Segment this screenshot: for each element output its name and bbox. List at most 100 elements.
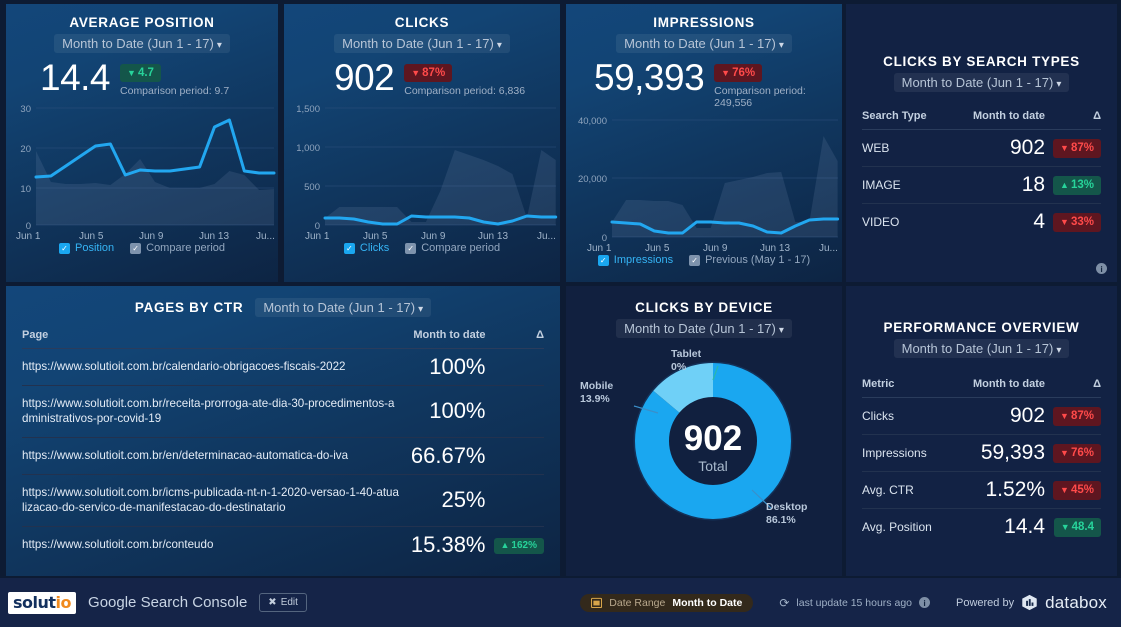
table-row[interactable]: Impressions 59,393 ▼ 76% [862, 434, 1101, 472]
kpi-delta-value: 76% [732, 67, 756, 79]
page-url[interactable]: https://www.solutioit.com.br/en/determin… [22, 437, 411, 475]
page-url[interactable]: https://www.solutioit.com.br/calendario-… [22, 348, 411, 386]
arrow-down-icon: ▼ [1060, 217, 1069, 228]
table-row[interactable]: https://www.solutioit.com.br/icms-public… [22, 474, 544, 527]
table-row[interactable]: IMAGE 18 ▲ 13% [862, 166, 1101, 204]
panel-title: PERFORMANCE OVERVIEW [883, 320, 1080, 335]
legend-item-compare[interactable]: ✓ Compare period [405, 242, 500, 254]
dashboard-footer: solutio Google Search Console ✖ Edit Date… [0, 578, 1121, 627]
column-header-metric[interactable]: Metric [862, 372, 953, 398]
table-row[interactable]: https://www.solutioit.com.br/calendario-… [22, 348, 544, 386]
page-url[interactable]: https://www.solutioit.com.br/icms-public… [22, 474, 411, 527]
page-ctr-value: 100% [410, 348, 486, 386]
arrow-down-icon: ▼ [1060, 143, 1069, 154]
table-row[interactable]: Avg. CTR 1.52% ▼ 45% [862, 471, 1101, 509]
row-delta: ▼ 48.4 [1045, 509, 1101, 546]
table-row[interactable]: Avg. Position 14.4 ▼ 48.4 [862, 509, 1101, 546]
row-label: Avg. Position [862, 520, 932, 534]
date-range-selector[interactable]: Month to Date (Jun 1 - 17) ▾ [893, 339, 1070, 358]
x-tick-3: Jun 13 [478, 231, 508, 239]
date-range-selector[interactable]: Month to Date (Jun 1 - 17) ▾ [616, 319, 792, 338]
table-row[interactable]: WEB 902 ▼ 87% [862, 129, 1101, 167]
info-icon[interactable]: i [1096, 263, 1107, 274]
panel-title: CLICKS [394, 15, 450, 30]
checkbox-checked-icon[interactable]: ✓ [597, 254, 609, 266]
table-row[interactable]: VIDEO 4 ▼ 33% [862, 204, 1101, 241]
donut-center-label: Total [698, 458, 728, 474]
chevron-down-icon: ▾ [496, 40, 502, 51]
page-delta [485, 348, 544, 386]
kpi-value: 59,393 [594, 57, 705, 98]
table-header-row: Page Month to date Δ [22, 323, 544, 349]
footer-right-group: Date Range Month to Date ⟳ last update 1… [580, 593, 1121, 613]
edit-label: Edit [280, 597, 298, 608]
panel-title: AVERAGE POSITION [69, 15, 215, 30]
panel-title: CLICKS BY DEVICE [635, 300, 773, 315]
legend-item-position[interactable]: ✓ Position [58, 242, 114, 254]
legend-label: Compare period [421, 242, 501, 255]
table-row[interactable]: https://www.solutioit.com.br/conteudo 15… [22, 526, 544, 562]
page-url[interactable]: https://www.solutioit.com.br/receita-pro… [22, 385, 411, 438]
column-header-delta[interactable]: Δ [1045, 104, 1101, 130]
performance-table: Metric Month to date Δ Clicks 902 ▼ 87% I… [862, 372, 1101, 545]
panel-performance-overview: PERFORMANCE OVERVIEW Month to Date (Jun … [846, 286, 1117, 576]
row-value: 59,393 [952, 434, 1046, 472]
page-delta-value: 162% [511, 539, 537, 551]
legend-item-compare[interactable]: ✓ Compare period [130, 242, 225, 254]
solutio-logo: solutio [8, 591, 77, 614]
row-delta: ▼ 45% [1045, 471, 1101, 509]
kpi-delta-value: 87% [422, 67, 446, 79]
checkbox-checked-icon[interactable]: ✓ [58, 242, 70, 254]
date-range-selector[interactable]: Month to Date (Jun 1 - 17) ▾ [255, 298, 432, 317]
row-delta-value: 48.4 [1071, 521, 1094, 534]
clicks-chart: 1,500 1,000 500 0 Jun 1 Jun 5 Jun 9 Jun … [284, 99, 560, 239]
search-types-table: Search Type Month to date Δ WEB 902 ▼ 87%… [862, 104, 1101, 240]
panel-pages-by-ctr: PAGES BY CTR Month to Date (Jun 1 - 17) ▾… [6, 286, 560, 576]
date-range-selector[interactable]: Month to Date (Jun 1 - 17) ▾ [54, 34, 230, 53]
date-range-selector[interactable]: Month to Date (Jun 1 - 17) ▾ [616, 34, 792, 53]
legend-item-impressions[interactable]: ✓ Impressions [597, 254, 674, 267]
checkbox-checked-icon[interactable]: ✓ [405, 242, 417, 254]
x-tick-0: Jun 1 [587, 243, 612, 251]
legend-label: Impressions [613, 254, 674, 267]
column-header-month-to-date[interactable]: Month to date [952, 372, 1046, 398]
date-range-label: Month to Date (Jun 1 - 17) [901, 75, 1054, 90]
column-header-month-to-date[interactable]: Month to date [948, 104, 1046, 130]
checkbox-checked-icon[interactable]: ✓ [343, 242, 355, 254]
column-header-search-type[interactable]: Search Type [862, 104, 949, 130]
column-header-month-to-date[interactable]: Month to date [410, 323, 486, 349]
column-header-page[interactable]: Page [22, 323, 411, 349]
x-tick-2: Jun 9 [703, 243, 728, 251]
x-tick-1: Jun 5 [645, 243, 670, 251]
edit-button[interactable]: ✖ Edit [259, 593, 307, 612]
date-range-selector[interactable]: Month to Date (Jun 1 - 17) ▾ [893, 73, 1070, 92]
checkbox-checked-icon[interactable]: ✓ [130, 242, 142, 254]
legend-item-clicks[interactable]: ✓ Clicks [343, 242, 390, 255]
row-delta: ▼ 33% [1045, 204, 1101, 241]
row-value: 18 [948, 166, 1046, 204]
row-delta-value: 76% [1070, 447, 1094, 460]
legend-label: Clicks [359, 242, 390, 255]
page-url[interactable]: https://www.solutioit.com.br/conteudo [22, 526, 411, 562]
table-row[interactable]: https://www.solutioit.com.br/en/determin… [22, 437, 544, 475]
date-range-label: Month to Date (Jun 1 - 17) [901, 341, 1054, 356]
checkbox-checked-icon[interactable]: ✓ [689, 254, 701, 266]
powered-by-label: Powered by [956, 596, 1015, 609]
date-range-pill[interactable]: Date Range Month to Date [580, 593, 754, 612]
info-icon[interactable]: i [919, 597, 930, 608]
kpi-block: 14.4 ▼ 4.7 Comparison period: 9.7 [6, 53, 278, 97]
refresh-icon[interactable]: ⟳ [779, 596, 789, 610]
table-header-row: Search Type Month to date Δ [862, 104, 1101, 130]
table-row[interactable]: Clicks 902 ▼ 87% [862, 397, 1101, 435]
date-range-label: Month to Date (Jun 1 - 17) [624, 36, 776, 51]
column-header-delta[interactable]: Δ [1045, 372, 1101, 398]
panel-title: PAGES BY CTR [134, 300, 244, 315]
column-header-delta[interactable]: Δ [485, 323, 544, 349]
arrow-down-icon: ▼ [1060, 485, 1069, 496]
legend-item-previous[interactable]: ✓ Previous (May 1 - 17) [689, 254, 810, 266]
date-range-selector[interactable]: Month to Date (Jun 1 - 17) ▾ [334, 34, 510, 53]
logo-text-left: solut [13, 592, 56, 612]
x-tick-2: Jun 9 [421, 231, 446, 239]
table-row[interactable]: https://www.solutioit.com.br/receita-pro… [22, 385, 544, 438]
kpi-block: 59,393 ▼ 76% Comparison period: 249,556 [566, 53, 842, 109]
